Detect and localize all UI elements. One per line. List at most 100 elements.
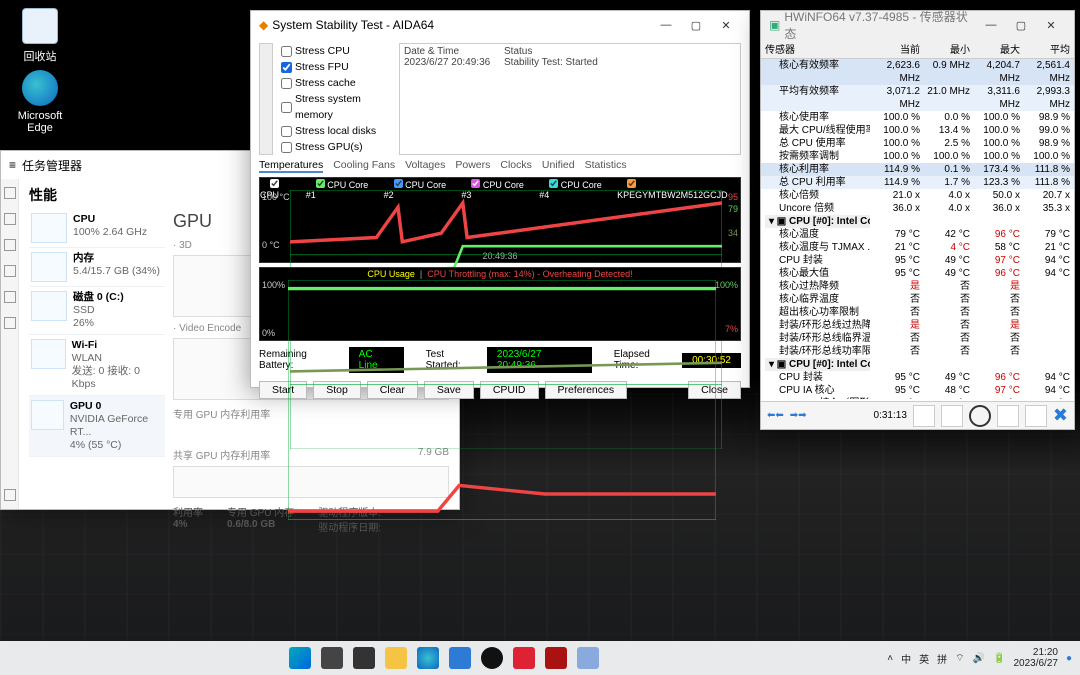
checkbox[interactable] (281, 102, 292, 113)
checkbox[interactable] (281, 78, 292, 89)
minimize-button[interactable]: — (976, 19, 1006, 32)
nav-icon[interactable] (4, 187, 16, 199)
tab[interactable]: Cooling Fans (333, 159, 395, 173)
close-button[interactable]: ✕ (1036, 19, 1066, 32)
checkbox[interactable] (281, 62, 292, 73)
tab[interactable]: Temperatures (259, 159, 323, 173)
hwinfo-icon[interactable] (577, 647, 599, 669)
col-header[interactable]: 最小 (920, 41, 970, 56)
nav-fwd-icon[interactable]: ➡➡ (790, 410, 807, 421)
close-button[interactable]: ✕ (711, 19, 741, 32)
sensor-row[interactable]: 核心利用率114.9 %0.1 %173.4 %111.8 % (761, 163, 1074, 176)
checkbox[interactable] (281, 142, 292, 153)
tool-icon[interactable] (913, 405, 935, 427)
nav-icon[interactable] (4, 239, 16, 251)
sensor-row[interactable]: 核心有效频率2,623.6 MHz0.9 MHz4,204.7 MHz2,561… (761, 59, 1074, 85)
sensor-row[interactable]: 封装/环形总线过热降频是否是 (761, 319, 1074, 332)
stress-check[interactable]: Stress GPU(s) (281, 139, 391, 155)
sensor-row[interactable]: 超出核心功率限制否否否 (761, 306, 1074, 319)
close-icon[interactable]: ✖ (1053, 405, 1068, 426)
desktop-icon-recycle-bin[interactable]: 回收站 (10, 8, 70, 64)
sensor-row[interactable]: 平均有效频率3,071.2 MHz21.0 MHz3,311.6 MHz2,99… (761, 85, 1074, 111)
sensor-value: 98.9 % (1020, 111, 1070, 124)
wifi-icon[interactable]: ⌔ (955, 652, 964, 665)
col-header[interactable]: 当前 (870, 41, 920, 56)
tab[interactable]: Statistics (585, 159, 627, 173)
settings-icon[interactable] (1025, 405, 1047, 427)
perf-item[interactable]: 磁盘 0 (C:)SSD 26% (29, 287, 165, 335)
start-button[interactable] (289, 647, 311, 669)
clock-icon[interactable] (969, 405, 991, 427)
sensor-row[interactable]: 总 CPU 利用率114.9 %1.7 %123.3 %111.8 % (761, 176, 1074, 189)
explorer-icon[interactable] (385, 647, 407, 669)
nav-icon[interactable] (4, 265, 16, 277)
tray-chevron-icon[interactable]: ˄ (887, 653, 893, 664)
nav-icon[interactable] (4, 291, 16, 303)
sensor-row[interactable]: 核心倍频21.0 x4.0 x50.0 x20.7 x (761, 189, 1074, 202)
stress-check[interactable]: Stress FPU (281, 59, 391, 75)
minimize-button[interactable]: — (651, 19, 681, 32)
checkbox[interactable] (281, 126, 292, 137)
clock[interactable]: 21:20 2023/6/27 (1013, 647, 1058, 669)
maximize-button[interactable]: ▢ (681, 19, 711, 32)
sensor-row[interactable]: Uncore 倍频36.0 x4.0 x36.0 x35.3 x (761, 202, 1074, 215)
battery-icon[interactable]: 🔋 (993, 653, 1005, 664)
col-header[interactable]: 传感器 (765, 41, 870, 56)
nav-back-icon[interactable]: ⬅⬅ (767, 410, 784, 421)
section-header[interactable]: ▾ ▣ CPU [#0]: Intel Core i... (765, 215, 870, 228)
sensor-row[interactable]: 核心温度79 °C42 °C96 °C79 °C (761, 228, 1074, 241)
sensor-row[interactable]: 核心使用率100.0 %0.0 %100.0 %98.9 % (761, 111, 1074, 124)
checkbox[interactable] (281, 46, 292, 57)
sensor-row[interactable]: CPU 封装95 °C49 °C96 °C94 °C (761, 371, 1074, 384)
sensor-row[interactable]: CPU IA 核心95 °C48 °C97 °C94 °C (761, 384, 1074, 397)
sensor-row[interactable]: 封装/环形总线功率限...否否否 (761, 345, 1074, 358)
sensor-row[interactable]: 最大 CPU/线程使用率100.0 %13.4 %100.0 %99.0 % (761, 124, 1074, 137)
ime-indicator[interactable]: 英 (919, 651, 929, 666)
tab[interactable]: Voltages (405, 159, 445, 173)
edge-icon[interactable] (417, 647, 439, 669)
section-header[interactable]: ▾ ▣ CPU [#0]: Intel Core i... (765, 358, 870, 371)
tool-icon[interactable] (941, 405, 963, 427)
store-icon[interactable] (449, 647, 471, 669)
tab[interactable]: Powers (455, 159, 490, 173)
nav-icon[interactable] (4, 317, 16, 329)
titlebar[interactable]: ◆ System Stability Test - AIDA64 — ▢ ✕ (251, 11, 749, 39)
sensor-row[interactable]: CPU GT 核心（图形）62 °C49 °C69 °C62 °C (761, 397, 1074, 399)
tool-icon[interactable] (997, 405, 1019, 427)
sensor-row[interactable]: 总 CPU 使用率100.0 %2.5 %100.0 %98.9 % (761, 137, 1074, 150)
sensor-row[interactable]: 核心过热降频是否是 (761, 280, 1074, 293)
search-icon[interactable] (321, 647, 343, 669)
titlebar[interactable]: ▣ HWiNFO64 v7.37-4985 - 传感器状态 — ▢ ✕ (761, 11, 1074, 39)
col-header[interactable]: 最大 (970, 41, 1020, 56)
sensor-row[interactable]: 按需频率调制100.0 %100.0 %100.0 %100.0 % (761, 150, 1074, 163)
col-header[interactable]: 平均 (1020, 41, 1070, 56)
app-icon[interactable] (545, 647, 567, 669)
sensor-row[interactable]: 核心最大值95 °C49 °C96 °C94 °C (761, 267, 1074, 280)
stress-check[interactable]: Stress system memory (281, 91, 391, 123)
perf-item[interactable]: Wi-FiWLAN 发送: 0 接收: 0 Kbps (29, 335, 165, 396)
tab[interactable]: Clocks (500, 159, 532, 173)
sensor-row[interactable]: 封装/环形总线临界温度否否否 (761, 332, 1074, 345)
stress-check[interactable]: Stress local disks (281, 123, 391, 139)
sensor-row[interactable]: 核心临界温度否否否 (761, 293, 1074, 306)
perf-item[interactable]: CPU100% 2.64 GHz (29, 209, 165, 248)
ime-indicator[interactable]: 拼 (937, 651, 947, 666)
notification-icon[interactable]: ● (1066, 653, 1072, 664)
aida64-icon[interactable] (513, 647, 535, 669)
volume-icon[interactable]: 🔊 (973, 653, 985, 664)
ime-indicator[interactable]: 中 (901, 651, 911, 666)
nav-icon[interactable] (4, 489, 16, 501)
taskview-icon[interactable] (353, 647, 375, 669)
hamburger-icon[interactable]: ≡ (9, 158, 16, 172)
maximize-button[interactable]: ▢ (1006, 19, 1036, 32)
perf-item[interactable]: 内存5.4/15.7 GB (34%) (29, 248, 165, 287)
desktop-icon-edge[interactable]: Microsoft Edge (10, 70, 70, 134)
stress-check[interactable]: Stress cache (281, 75, 391, 91)
perf-item[interactable]: GPU 0NVIDIA GeForce RT... 4% (55 °C) (29, 396, 165, 457)
tab[interactable]: Unified (542, 159, 575, 173)
stress-check[interactable]: Stress CPU (281, 43, 391, 59)
nav-icon[interactable] (4, 213, 16, 225)
steam-icon[interactable] (481, 647, 503, 669)
sensor-row[interactable]: CPU 封装95 °C49 °C97 °C94 °C (761, 254, 1074, 267)
sensor-row[interactable]: 核心温度与 TJMAX ...21 °C4 °C58 °C21 °C (761, 241, 1074, 254)
